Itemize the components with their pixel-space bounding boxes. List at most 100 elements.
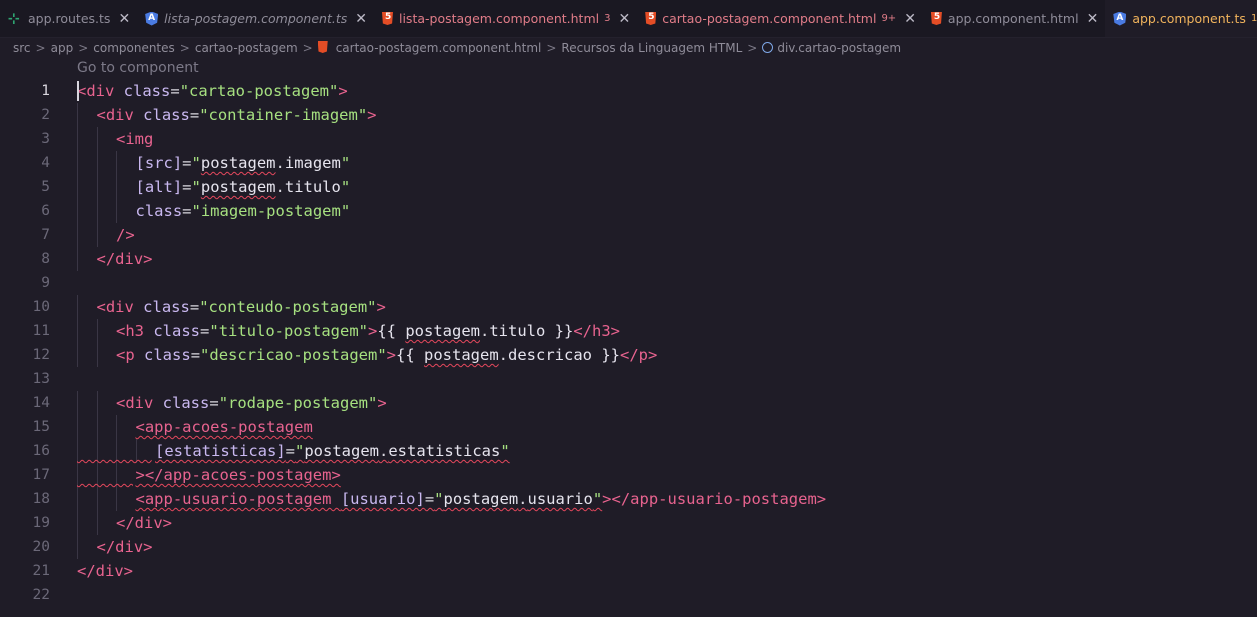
close-tab-icon[interactable]: ✕ — [118, 11, 130, 27]
problem-count-badge: 1 — [1250, 13, 1257, 24]
code-line[interactable]: 3 <img — [0, 127, 1257, 151]
code-line[interactable]: 12 <p class="descricao-postagem">{{ posta… — [0, 343, 1257, 367]
error-squiggle — [77, 463, 133, 487]
code-line[interactable]: 9 — [0, 271, 1257, 295]
code-line[interactable]: 16 [estatisticas]="postagem.estatisticas… — [0, 439, 1257, 463]
code-token: > — [376, 298, 386, 316]
editor-tab[interactable]: lista-postagem.component.html 3 ✕ — [374, 0, 637, 37]
code-line[interactable]: 13 — [0, 367, 1257, 391]
code-line[interactable]: 10 <div class="conteudo-postagem"> — [0, 295, 1257, 319]
breadcrumb-item[interactable]: Recursos da Linguagem HTML — [561, 41, 742, 55]
code-token: {{ — [396, 346, 425, 364]
html-file-icon — [317, 41, 328, 53]
line-number: 8 — [41, 251, 50, 267]
tab-label: lista-postagem.component.ts — [164, 11, 348, 26]
tab-label: lista-postagem.component.html — [398, 11, 600, 26]
breadcrumb-item[interactable]: componentes — [93, 41, 175, 55]
code-token: class — [162, 394, 210, 412]
code-token: <div — [96, 298, 134, 316]
code-text: [estatisticas]="postagem.estatisticas" — [155, 439, 510, 463]
line-number: 20 — [32, 539, 50, 555]
code-line[interactable]: 4 [src]="postagem.imagem" — [0, 151, 1257, 175]
code-token: imagem — [284, 154, 341, 172]
indent-guide — [116, 175, 117, 199]
angular-file-icon — [1113, 11, 1127, 26]
breadcrumb-item[interactable]: cartao-postagem.component.html — [317, 40, 541, 55]
code-token: > — [367, 106, 377, 124]
close-tab-icon[interactable]: ✕ — [904, 11, 916, 27]
code-token: = — [189, 106, 200, 124]
code-token: class — [135, 202, 183, 220]
indent-guide — [96, 343, 98, 367]
code-line[interactable]: 6 class="imagem-postagem" — [0, 199, 1257, 223]
code-token: " — [592, 490, 603, 508]
code-line[interactable]: 2 <div class="container-imagem"> — [0, 103, 1257, 127]
code-token: = — [209, 394, 219, 412]
code-token: usuario — [527, 490, 593, 508]
code-line[interactable]: 7 /> — [0, 223, 1257, 247]
line-number: 13 — [32, 371, 50, 387]
close-tab-icon[interactable]: ✕ — [1087, 11, 1099, 27]
line-number: 9 — [41, 275, 50, 291]
code-text: </div> — [116, 511, 172, 535]
code-token: titulo }} — [489, 322, 574, 340]
code-token: . — [498, 346, 509, 364]
breadcrumb-label: src — [13, 40, 31, 55]
code-line[interactable]: 15 <app-acoes-postagem — [0, 415, 1257, 439]
indent-guide — [77, 127, 78, 151]
code-line[interactable]: 11 <h3 class="titulo-postagem">{{ postage… — [0, 319, 1257, 343]
code-line[interactable]: 21 </div> — [0, 559, 1257, 583]
indent-guide — [96, 415, 98, 439]
code-line[interactable]: 20 </div> — [0, 535, 1257, 559]
line-number: 10 — [32, 299, 50, 315]
code-line[interactable]: 19 </div> — [0, 511, 1257, 535]
code-line[interactable]: 18 <app-usuario-postagem [usuario]="posta… — [0, 487, 1257, 511]
editor-tab[interactable]: app.component.ts1✕ — [1105, 0, 1257, 37]
code-editor[interactable]: 1 <div class="cartao-postagem"> 2 <div clas… — [0, 79, 1257, 607]
problem-count-badge: 9+ — [881, 13, 897, 24]
breadcrumb-label: cartao-postagem — [194, 40, 298, 55]
code-token: > — [386, 346, 397, 364]
editor-tab[interactable]: lista-postagem.component.ts ✕ — [137, 0, 374, 37]
breadcrumb-item[interactable]: app — [51, 41, 74, 55]
indent-guide — [77, 151, 78, 175]
indent-guide — [77, 223, 78, 247]
breadcrumb-item[interactable]: div.cartao-postagem — [762, 41, 901, 55]
code-text: <app-acoes-postagem — [136, 415, 313, 439]
close-tab-icon[interactable]: ✕ — [355, 11, 367, 27]
code-text: <p class="descricao-postagem">{{ postage… — [116, 343, 657, 367]
close-tab-icon[interactable]: ✕ — [618, 11, 630, 27]
code-line[interactable]: 17 ></app-acoes-postagem> — [0, 463, 1257, 487]
editor-tab[interactable]: cartao-postagem.component.html 9+ ✕ — [637, 0, 923, 37]
code-token: = — [182, 202, 192, 220]
code-token: = — [200, 322, 210, 340]
code-token: class — [143, 106, 190, 124]
editor-tab[interactable]: ⊹ app.routes.ts ✕ — [0, 0, 137, 37]
indent-guide — [77, 175, 78, 199]
code-line[interactable]: 22 — [0, 583, 1257, 607]
line-number: 4 — [41, 155, 50, 171]
code-text: ></app-acoes-postagem> — [136, 463, 341, 487]
line-number: 16 — [32, 443, 50, 459]
code-line[interactable]: 1 <div class="cartao-postagem"> — [0, 79, 1257, 103]
line-number: 17 — [32, 467, 50, 483]
breadcrumb-item[interactable]: src — [13, 41, 31, 55]
indent-guide — [77, 511, 78, 535]
code-token: <app-usuario-postagem — [135, 490, 332, 508]
breadcrumb-item[interactable]: cartao-postagem — [195, 41, 298, 55]
code-token: > — [338, 82, 348, 100]
code-token: postagem — [200, 154, 276, 172]
code-text: <img — [116, 127, 153, 151]
code-line[interactable]: 8 </div> — [0, 247, 1257, 271]
indent-guide — [96, 223, 98, 247]
code-line[interactable]: 5 [alt]="postagem.titulo" — [0, 175, 1257, 199]
editor-tab[interactable]: app.component.html ✕ — [923, 0, 1105, 37]
code-token: [usuario] — [340, 490, 425, 508]
code-line[interactable]: 14 <div class="rodape-postagem"> — [0, 391, 1257, 415]
line-number: 2 — [41, 107, 50, 123]
breadcrumb: src > app > componentes > cartao-postagem > cart… — [0, 37, 1257, 58]
go-to-component-codelens[interactable]: Go to component — [77, 60, 199, 76]
code-token: postagem — [443, 490, 519, 508]
code-token: descricao }} — [508, 346, 620, 364]
